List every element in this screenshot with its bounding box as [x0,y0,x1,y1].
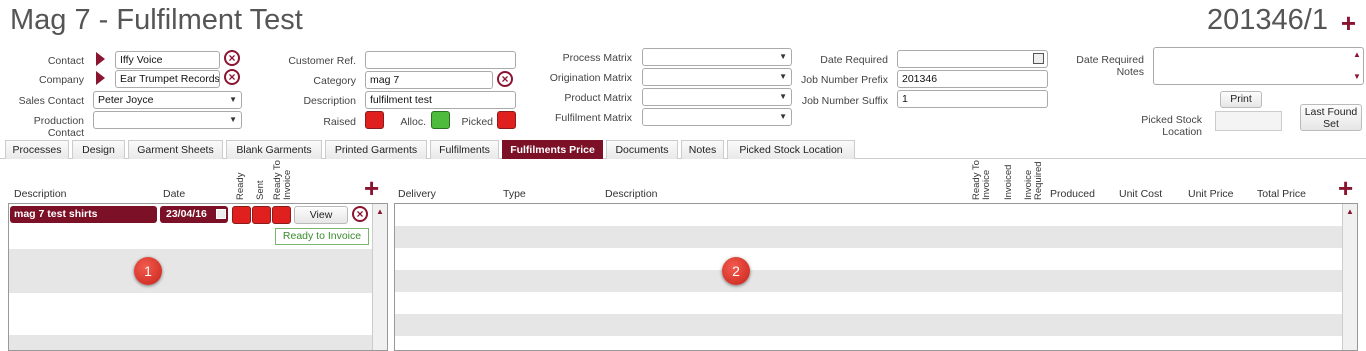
company-field[interactable]: Ear Trumpet Records [115,70,220,88]
date-required-notes-field[interactable] [1153,47,1364,85]
picked-stock-location-label: Picked Stock Location [1141,114,1202,138]
tab-garment-sheets[interactable]: Garment Sheets [128,140,223,159]
right-header-invoice-required: Invoice Required [1023,161,1044,200]
tab-bar: Processes Design Garment Sheets Blank Ga… [0,140,1366,159]
customer-ref-field[interactable] [365,51,516,69]
left-header-date: Date [163,188,186,200]
contact-label: Contact [47,55,84,67]
clear-category-icon[interactable]: × [497,71,513,87]
tab-printed-garments[interactable]: Printed Garments [325,140,427,159]
right-header-description: Description [605,188,658,200]
left-panel: ▲ [8,203,388,351]
company-label: Company [39,74,84,86]
scroll-up-icon[interactable]: ▲ [1353,50,1361,59]
add-price-icon[interactable]: + [1338,175,1353,201]
calendar-icon[interactable] [1033,53,1044,64]
fulfilment-matrix-label: Fulfilment Matrix [554,112,632,124]
right-header-invoiced: Invoiced [1003,164,1014,200]
origination-matrix-label: Origination Matrix [549,72,632,84]
left-scroll-up-icon[interactable]: ▲ [373,207,387,216]
row-calendar-icon[interactable] [216,209,226,219]
clear-company-icon[interactable]: × [224,69,240,85]
category-label: Category [313,75,356,87]
alloc-status[interactable] [431,111,450,129]
job-number-suffix-field[interactable]: 1 [897,90,1048,108]
right-header-ready-to-invoice: Ready To Invoice [971,160,992,200]
picked-label: Picked [461,116,493,128]
category-field[interactable]: mag 7 [365,71,493,89]
left-scrollbar[interactable]: ▲ [372,204,387,350]
delete-row-icon[interactable]: × [352,206,368,222]
tab-processes[interactable]: Processes [5,140,69,159]
customer-ref-label: Customer Ref. [288,55,356,67]
marker-1: 1 [134,257,162,285]
tab-fulfilments-price[interactable]: Fulfilments Price [502,140,603,159]
sales-contact-label: Sales Contact [18,95,84,107]
sales-contact-select[interactable]: Peter Joyce [93,91,242,109]
view-button[interactable]: View [294,206,348,224]
right-scrollbar[interactable]: ▲ [1342,204,1357,350]
row-description[interactable]: mag 7 test shirts [10,206,157,223]
raised-label: Raised [323,116,356,128]
job-number-prefix-field[interactable]: 201346 [897,70,1048,88]
left-header-description: Description [14,188,67,200]
ready-to-invoice-badge[interactable]: Ready to Invoice [275,228,369,245]
print-button[interactable]: Print [1220,91,1262,108]
contact-arrow-icon[interactable] [96,52,105,66]
date-required-notes-label: Date Required Notes [1076,54,1144,78]
contact-field[interactable]: Iffy Voice [115,51,220,69]
page-title: Mag 7 - Fulfilment Test [10,4,303,36]
product-matrix-label: Product Matrix [564,92,632,104]
production-contact-select[interactable] [93,111,242,129]
right-header-unit-price: Unit Price [1188,188,1234,200]
production-contact-label: Production Contact [33,115,84,139]
job-number: 201346/1 [1207,4,1328,36]
right-header-delivery: Delivery [398,188,436,200]
tab-fulfilments[interactable]: Fulfilments [430,140,499,159]
description-field[interactable]: fulfilment test [365,91,516,109]
right-header-produced: Produced [1050,188,1095,200]
plus-icon[interactable]: + [1341,10,1356,36]
right-header-unit-cost: Unit Cost [1119,188,1163,200]
tab-blank-garments[interactable]: Blank Garments [226,140,322,159]
date-required-field[interactable] [897,50,1048,68]
picked-status[interactable] [497,111,516,129]
left-header-ready: Ready [235,172,246,200]
picked-stock-location-field[interactable] [1215,111,1282,131]
date-required-label: Date Required [820,54,888,66]
product-matrix-select[interactable] [642,88,792,106]
clear-contact-icon[interactable]: × [224,50,240,66]
tab-documents[interactable]: Documents [606,140,678,159]
right-header-total-price: Total Price [1257,188,1307,200]
right-header-type: Type [503,188,526,200]
tab-design[interactable]: Design [72,140,125,159]
alloc-label: Alloc. [400,116,426,128]
scroll-down-icon[interactable]: ▼ [1353,72,1361,81]
left-header-ready-to-invoice: Ready To Invoice [272,160,293,200]
job-number-suffix-label: Job Number Suffix [801,95,888,107]
row-ready-status[interactable] [232,206,251,224]
right-panel: ▲ [394,203,1358,351]
add-fulfilment-icon[interactable]: + [364,175,379,201]
last-found-set-button[interactable]: Last Found Set [1300,104,1362,131]
raised-status[interactable] [365,111,384,129]
tab-notes[interactable]: Notes [681,140,724,159]
right-scroll-up-icon[interactable]: ▲ [1343,207,1357,216]
description-label: Description [303,95,356,107]
tab-picked-stock-location[interactable]: Picked Stock Location [727,140,855,159]
fulfilment-matrix-select[interactable] [642,108,792,126]
process-matrix-label: Process Matrix [562,52,632,64]
company-arrow-icon[interactable] [96,71,105,85]
process-matrix-select[interactable] [642,48,792,66]
left-header-sent: Sent [255,180,266,200]
row-ready-to-invoice-status[interactable] [272,206,291,224]
marker-2: 2 [722,257,750,285]
row-sent-status[interactable] [252,206,271,224]
origination-matrix-select[interactable] [642,68,792,86]
job-number-prefix-label: Job Number Prefix [801,74,888,86]
